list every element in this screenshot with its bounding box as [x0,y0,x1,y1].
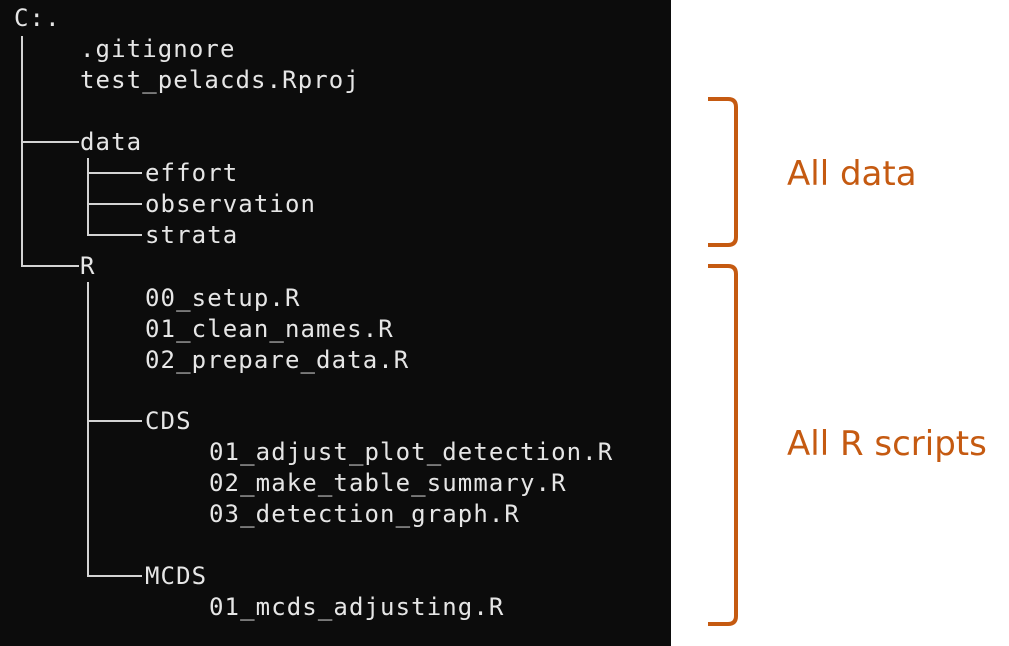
folder-observation: observation [145,190,317,218]
file-adjust-plot-detection: 01_adjust_plot_detection.R [209,438,614,466]
folder-data: data [80,128,143,156]
file-prepare-data: 02_prepare_data.R [145,346,410,374]
tree-branch-strata [87,234,142,236]
terminal-window: C:. .gitignore test_pelacds.Rproj data e… [0,0,671,646]
file-mcds-adjusting: 01_mcds_adjusting.R [209,593,505,621]
file-clean-names: 01_clean_names.R [145,315,394,343]
folder-mcds: MCDS [145,562,208,590]
tree-branch-r [21,265,79,267]
r-scripts-bracket [708,264,738,626]
tree-branch-cds [87,420,142,422]
tree-line-r [87,282,89,575]
tree-line-data [87,158,89,234]
data-bracket [708,97,738,247]
tree-branch-effort [87,172,142,174]
file-make-table-summary: 02_make_table_summary.R [209,469,567,497]
tree-branch-data [21,141,79,143]
file-detection-graph: 03_detection_graph.R [209,500,520,528]
tree-branch-mcds [87,575,142,577]
folder-r: R [80,252,96,280]
all-r-scripts-label: All R scripts [787,424,987,464]
file-setup: 00_setup.R [145,284,301,312]
folder-effort: effort [145,159,239,187]
tree-line-root [21,36,23,265]
folder-strata: strata [145,221,239,249]
tree-root: C:. [14,4,61,32]
folder-cds: CDS [145,407,192,435]
file-gitignore: .gitignore [80,35,236,63]
tree-branch-observation [87,203,142,205]
all-data-label: All data [787,154,917,194]
file-rproj: test_pelacds.Rproj [80,66,360,94]
